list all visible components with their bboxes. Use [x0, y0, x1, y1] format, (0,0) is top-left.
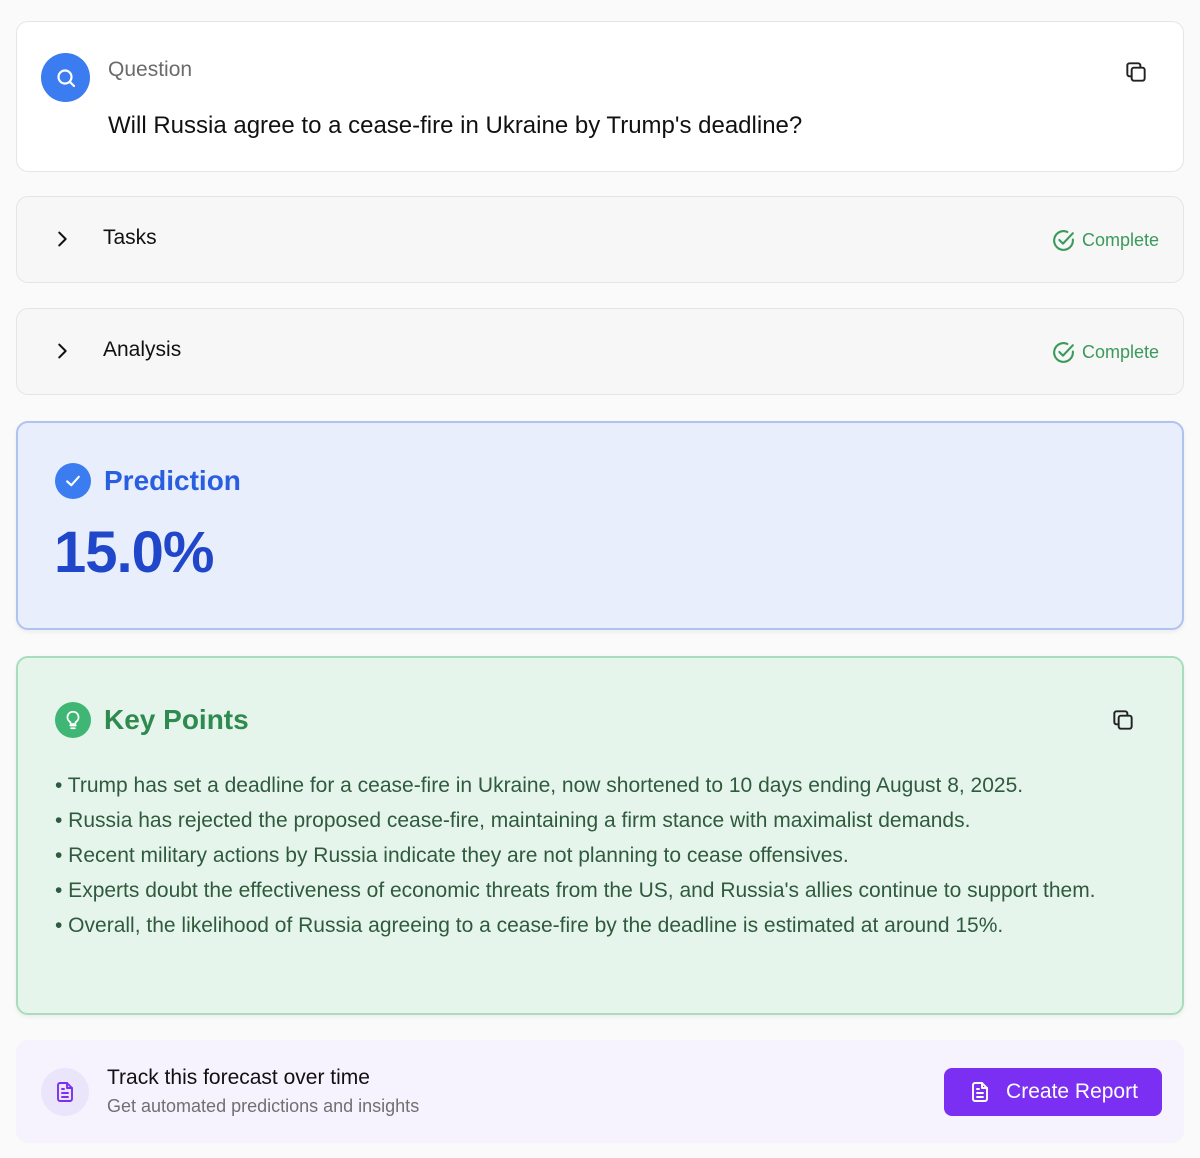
- prediction-card: Prediction 15.0%: [16, 421, 1184, 630]
- key-point-item: • Experts doubt the effectiveness of eco…: [55, 879, 1096, 902]
- question-card: Question Will Russia agree to a cease-fi…: [16, 21, 1184, 172]
- key-points-list: • Trump has set a deadline for a cease-f…: [55, 768, 1135, 943]
- question-text: Will Russia agree to a cease-fire in Ukr…: [108, 112, 803, 139]
- check-icon: [55, 463, 91, 499]
- prediction-value: 15.0%: [54, 520, 214, 585]
- copy-icon: [1113, 710, 1133, 730]
- tasks-label: Tasks: [103, 226, 157, 249]
- analysis-section-toggle[interactable]: Analysis Complete: [16, 308, 1184, 395]
- analysis-status-badge: Complete: [1051, 340, 1159, 365]
- search-icon: [41, 53, 90, 102]
- copy-question-button[interactable]: [1121, 57, 1151, 87]
- check-circle-icon: [1053, 342, 1074, 363]
- key-point-item: • Trump has set a deadline for a cease-f…: [55, 774, 1024, 797]
- create-report-label: Create Report: [1006, 1080, 1138, 1103]
- track-subtitle: Get automated predictions and insights: [107, 1096, 420, 1116]
- chevron-right-icon: [58, 343, 67, 359]
- key-points-card: Key Points • Trump has set a deadline fo…: [16, 656, 1184, 1015]
- track-title: Track this forecast over time: [107, 1066, 370, 1089]
- track-forecast-banner: Track this forecast over time Get automa…: [16, 1040, 1184, 1143]
- prediction-title: Prediction: [104, 465, 241, 496]
- tasks-section-toggle[interactable]: Tasks Complete: [16, 196, 1184, 283]
- chevron-right-icon: [58, 231, 67, 247]
- tasks-status-text: Complete: [1081, 230, 1159, 250]
- document-icon: [972, 1082, 988, 1102]
- key-point-item: • Overall, the likelihood of Russia agre…: [55, 914, 1004, 937]
- key-point-item: • Russia has rejected the proposed cease…: [55, 809, 971, 832]
- create-report-button[interactable]: Create Report: [944, 1068, 1162, 1116]
- analysis-label: Analysis: [103, 338, 182, 361]
- document-icon: [41, 1068, 89, 1116]
- copy-icon: [1126, 62, 1146, 82]
- analysis-status-text: Complete: [1081, 342, 1159, 362]
- lightbulb-icon: [55, 702, 91, 738]
- key-point-item: • Recent military actions by Russia indi…: [55, 844, 849, 867]
- question-label: Question: [108, 58, 193, 81]
- key-points-title: Key Points: [104, 704, 249, 735]
- tasks-status-badge: Complete: [1051, 228, 1159, 253]
- copy-key-points-button[interactable]: [1108, 705, 1138, 735]
- check-circle-icon: [1053, 230, 1074, 251]
